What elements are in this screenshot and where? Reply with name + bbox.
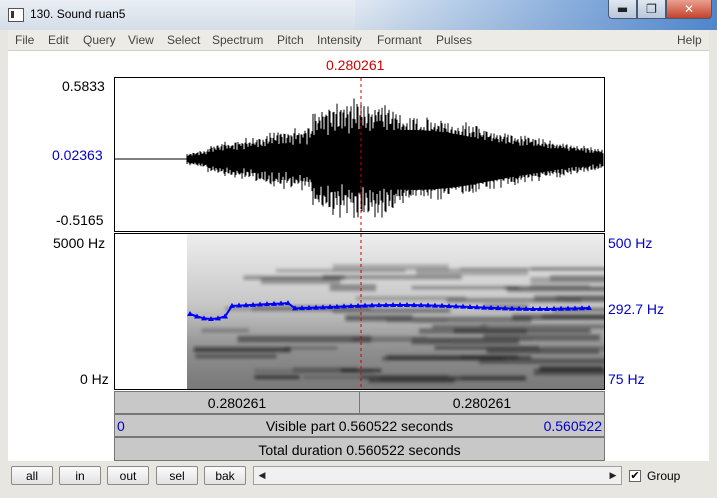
menu-query[interactable]: Query [83, 33, 116, 47]
zoom-in-button[interactable]: in [59, 466, 101, 485]
menu-spectrum[interactable]: Spectrum [212, 33, 263, 47]
cursor-right-segment[interactable]: 0.280261 [359, 391, 605, 414]
visible-end-label: 0.560522 [543, 418, 602, 434]
total-duration-label: Total duration 0.560522 seconds [258, 442, 461, 458]
spectrogram-formant-band [368, 377, 455, 383]
spectrogram-formant-band [193, 347, 291, 353]
scroll-right-icon[interactable]: ▶ [606, 467, 620, 484]
close-button[interactable]: ✕ [666, 0, 712, 19]
pitch-top-label: 500 Hz [608, 235, 653, 251]
spectrogram-formant-band [283, 346, 338, 350]
spectrogram-formant-band [541, 346, 604, 351]
spectrogram-formant-band [539, 366, 604, 372]
spectrogram-formant-band [416, 268, 529, 276]
group-label: Group [647, 469, 681, 483]
spectrogram-formant-band [254, 375, 300, 379]
menu-view[interactable]: View [128, 33, 154, 47]
spectrogram-plot [115, 234, 604, 389]
waveform-core [295, 129, 595, 190]
visible-part-bar[interactable]: 0 Visible part 0.560522 seconds 0.560522 [114, 414, 605, 437]
spectrogram-formant-band [275, 268, 406, 273]
waveform-plot [115, 78, 604, 231]
waveform-min-label: -0.5165 [56, 212, 104, 228]
spectrogram-formant-band [382, 357, 505, 361]
menu-select[interactable]: Select [167, 33, 200, 47]
spectrogram-formant-band [237, 335, 372, 343]
spectrogram-formant-band [549, 275, 604, 281]
waveform-panel[interactable] [114, 77, 605, 232]
horizontal-scrollbar[interactable]: ◀ ▶ [253, 466, 622, 485]
menu-intensity[interactable]: Intensity [317, 33, 362, 47]
visible-part-label: Visible part 0.560522 seconds [265, 418, 454, 434]
zoom-back-button[interactable]: bak [204, 466, 246, 485]
spectrogram-formant-band [201, 328, 249, 333]
spectrogram-formant-band [434, 345, 540, 350]
cursor-right-time: 0.280261 [452, 395, 512, 411]
menu-edit[interactable]: Edit [48, 33, 69, 47]
spectrogram-formant-band [565, 299, 604, 303]
praat-sound-window: 130. Sound ruan5 ▬ ❐ ✕ File Edit Query V… [0, 0, 717, 498]
cursor-left-time: 0.280261 [207, 395, 267, 411]
spectrogram-formant-band [529, 284, 590, 289]
zoom-out-button[interactable]: out [107, 466, 149, 485]
spectrogram-formant-band [452, 337, 533, 341]
window-title: 130. Sound ruan5 [30, 7, 126, 21]
spectrogram-formant-band [481, 324, 604, 329]
group-checkbox[interactable]: ✔ [629, 470, 641, 482]
menu-pitch[interactable]: Pitch [277, 33, 304, 47]
waveform-max-label: 0.5833 [62, 78, 105, 94]
menu-file[interactable]: File [15, 33, 34, 47]
maximize-button[interactable]: ❐ [637, 0, 666, 19]
cursor-left-segment[interactable]: 0.280261 [114, 391, 360, 414]
menu-formant[interactable]: Formant [377, 33, 422, 47]
spectrogram-formant-band [541, 314, 604, 319]
menu-bar: File Edit Query View Select Spectrum Pit… [8, 30, 709, 51]
cursor-time-label: 0.280261 [326, 57, 385, 73]
scroll-left-icon[interactable]: ◀ [255, 467, 269, 484]
spectrogram-formant-band [329, 284, 376, 291]
waveform-cursor-value: 0.02363 [52, 147, 103, 163]
pitch-value-label: 292.7 Hz [608, 301, 665, 317]
spectrogram-formant-band [432, 324, 487, 329]
spectrogram-formant-band [243, 275, 345, 280]
spectrogram-formant-band [340, 368, 382, 373]
praat-app-icon [8, 8, 24, 22]
minimize-button[interactable]: ▬ [608, 0, 637, 19]
total-duration-bar[interactable]: Total duration 0.560522 seconds [114, 437, 605, 461]
menu-help[interactable]: Help [677, 33, 702, 47]
spectrogram-formant-band [195, 354, 277, 359]
zoom-all-button[interactable]: all [11, 466, 53, 485]
spectrogram-formant-band [411, 286, 520, 290]
pitch-bottom-label: 75 Hz [608, 371, 645, 387]
menu-pulses[interactable]: Pulses [436, 33, 472, 47]
spectrogram-top-freq: 5000 Hz [53, 235, 106, 251]
spectrogram-panel[interactable] [114, 233, 605, 390]
spectrogram-bottom-freq: 0 Hz [80, 371, 109, 387]
spectrogram-formant-band [345, 315, 413, 322]
title-bar: 130. Sound ruan5 ▬ ❐ ✕ [0, 0, 717, 30]
zoom-sel-button[interactable]: sel [156, 466, 198, 485]
